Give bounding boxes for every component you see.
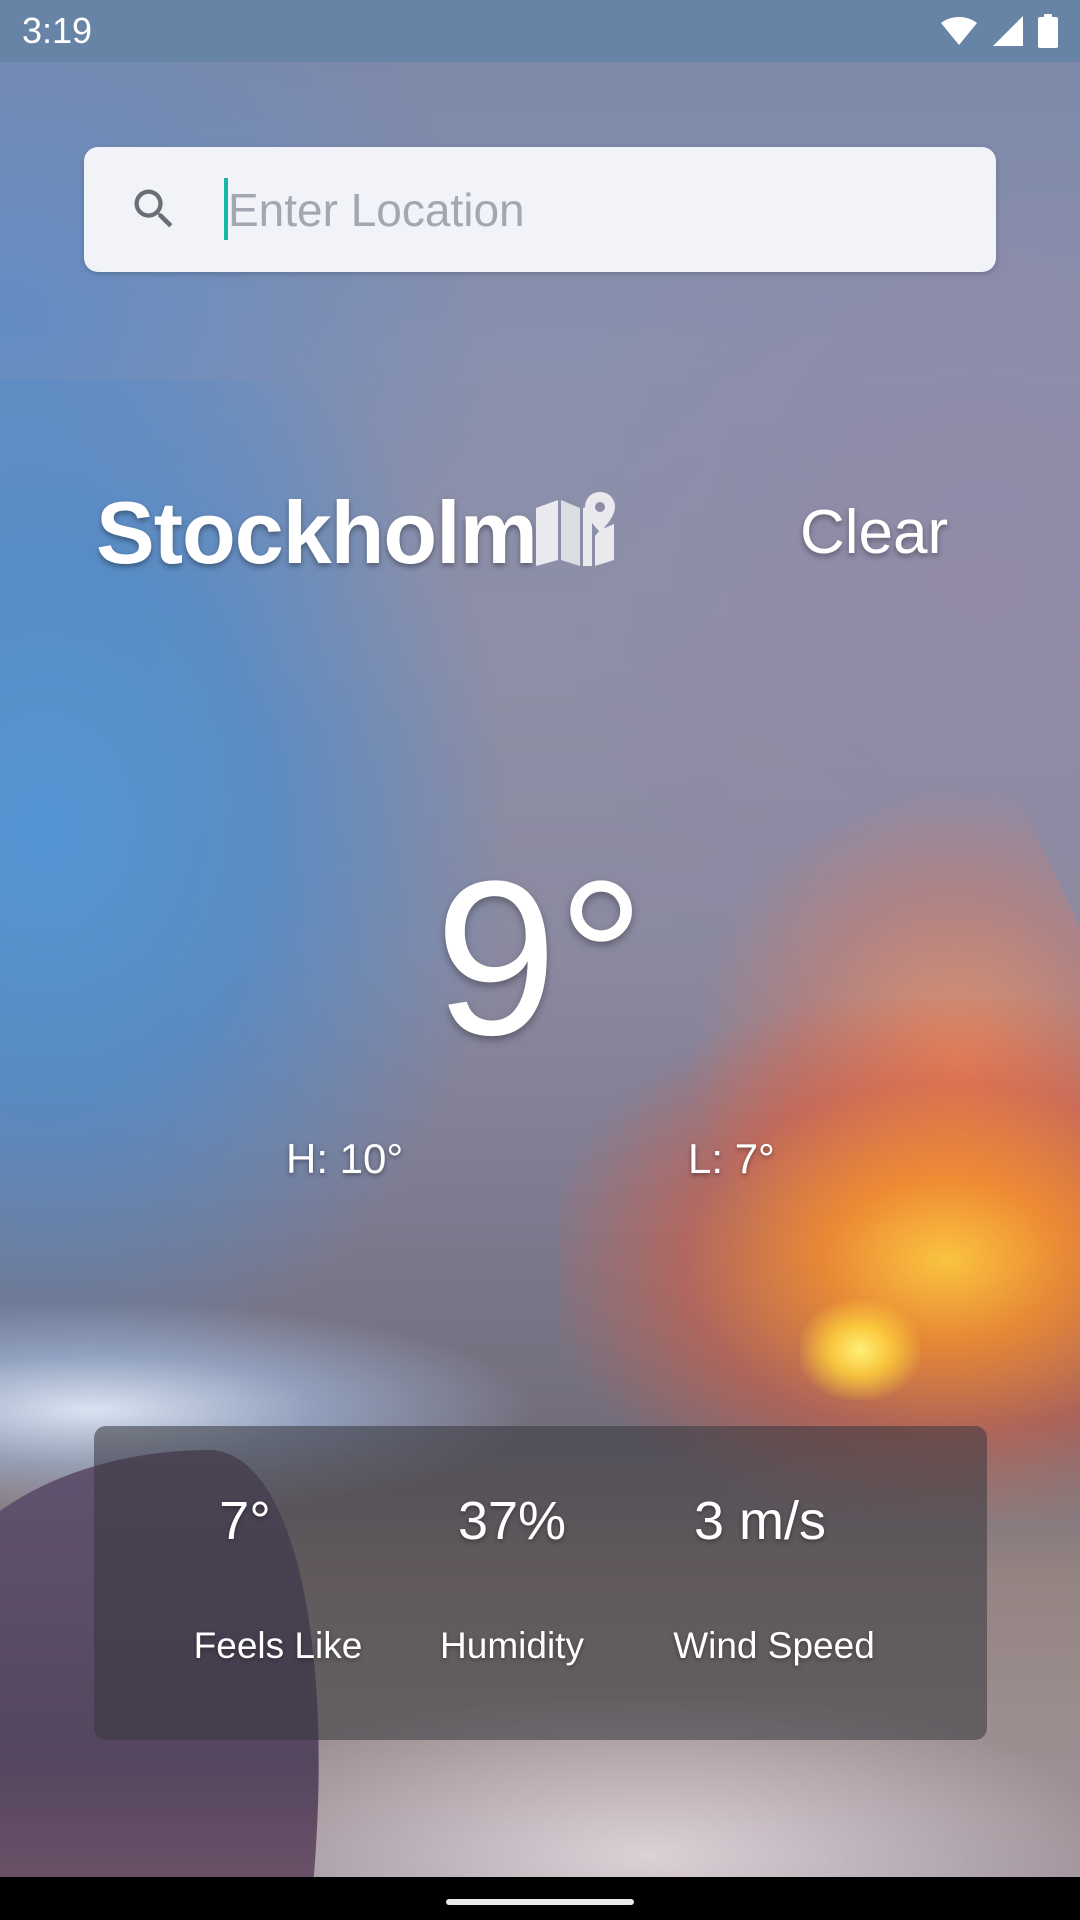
home-gesture-handle[interactable] — [446, 1899, 634, 1905]
low-temperature: L: 7° — [688, 1135, 775, 1182]
weather-condition: Clear — [800, 498, 949, 567]
feels-like-value: 7° — [219, 1491, 271, 1551]
map-pin-icon[interactable] — [534, 490, 616, 568]
text-cursor — [224, 178, 228, 240]
humidity-value: 37% — [457, 1491, 567, 1551]
battery-icon — [1038, 14, 1058, 48]
feels-like-label: Feels Like — [193, 1625, 363, 1666]
search-icon[interactable] — [128, 183, 180, 235]
location-search-input[interactable] — [224, 170, 968, 250]
current-temperature: 9° — [434, 835, 646, 1081]
wifi-icon — [941, 17, 977, 45]
status-time: 3:19 — [22, 10, 93, 51]
wind-speed-label: Wind Speed — [673, 1625, 875, 1666]
high-temperature: H: 10° — [286, 1135, 404, 1182]
humidity-label: Humidity — [440, 1625, 584, 1666]
status-icons — [940, 14, 1058, 48]
city-name: Stockholm — [96, 483, 538, 582]
status-bar: 3:19 — [0, 0, 1080, 62]
wind-speed-value: 3 m/s — [693, 1491, 827, 1551]
cellular-signal-icon — [993, 16, 1023, 46]
weather-details-card — [94, 1426, 987, 1740]
